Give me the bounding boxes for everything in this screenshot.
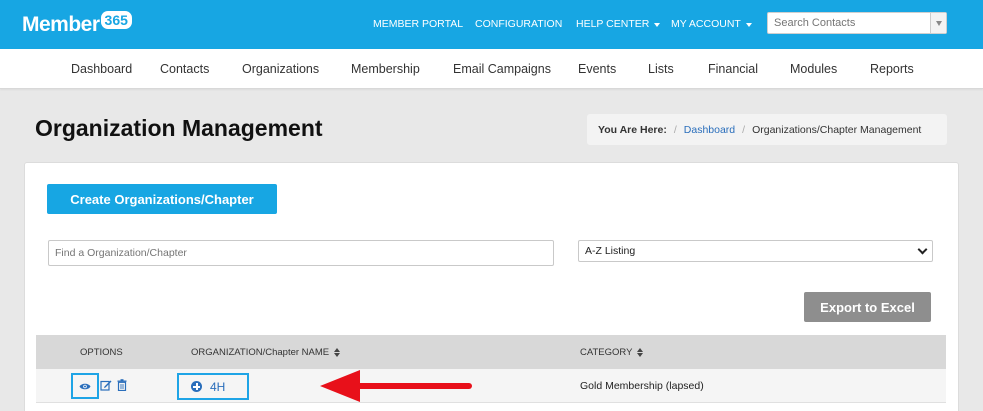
nav-help-center[interactable]: HELP CENTER <box>576 18 661 30</box>
listing-select[interactable]: A-Z Listing <box>578 240 933 262</box>
breadcrumb-dashboard-link[interactable]: Dashboard <box>684 124 735 136</box>
menu-organizations[interactable]: Organizations <box>242 62 319 76</box>
caret-down-icon <box>745 22 752 27</box>
column-header-options: OPTIONS <box>80 347 123 358</box>
menu-financial[interactable]: Financial <box>708 62 758 76</box>
table-row <box>36 369 946 403</box>
column-header-category[interactable]: CATEGORY <box>580 347 644 358</box>
column-header-name[interactable]: ORGANIZATION/Chapter NAME <box>191 347 341 358</box>
menu-reports[interactable]: Reports <box>870 62 914 76</box>
edit-icon[interactable] <box>100 379 112 391</box>
export-to-excel-button[interactable]: Export to Excel <box>804 292 931 322</box>
menu-membership[interactable]: Membership <box>351 62 420 76</box>
trash-icon[interactable] <box>117 379 127 391</box>
plus-circle-icon[interactable] <box>191 381 202 392</box>
search-dropdown-toggle[interactable] <box>930 13 946 33</box>
table-header: OPTIONS ORGANIZATION/Chapter NAME CATEGO… <box>36 335 946 369</box>
search-contacts-input[interactable] <box>767 12 947 34</box>
menu-contacts[interactable]: Contacts <box>160 62 209 76</box>
top-navbar: Member 365 MEMBER PORTAL CONFIGURATION H… <box>0 0 983 49</box>
category-cell: Gold Membership (lapsed) <box>580 380 704 392</box>
breadcrumb-separator: / <box>742 123 746 136</box>
listing-select-value: A-Z Listing <box>585 245 636 257</box>
menu-modules[interactable]: Modules <box>790 62 837 76</box>
menu-lists[interactable]: Lists <box>648 62 674 76</box>
caret-down-icon <box>654 22 661 27</box>
breadcrumb-separator: / <box>673 123 677 136</box>
nav-my-account[interactable]: MY ACCOUNT <box>671 18 752 30</box>
organization-name-link[interactable]: 4H <box>177 373 249 400</box>
create-organization-button[interactable]: Create Organizations/Chapter <box>47 184 277 214</box>
breadcrumb-label: You Are Here: <box>598 123 667 136</box>
nav-member-portal[interactable]: MEMBER PORTAL <box>373 18 463 30</box>
chevron-down-icon <box>917 244 928 255</box>
sort-icon[interactable] <box>334 348 341 357</box>
breadcrumb: You Are Here: / Dashboard / Organization… <box>587 114 947 145</box>
menu-dashboard[interactable]: Dashboard <box>71 62 132 76</box>
member365-logo[interactable]: Member 365 <box>22 11 132 37</box>
red-arrow-icon <box>320 370 472 402</box>
menu-email-campaigns[interactable]: Email Campaigns <box>453 62 551 76</box>
organization-name[interactable]: 4H <box>210 380 225 394</box>
caret-down-icon <box>935 20 942 26</box>
view-button[interactable] <box>71 373 99 399</box>
eye-icon <box>79 383 91 389</box>
sort-icon[interactable] <box>637 348 644 357</box>
breadcrumb-current: Organizations/Chapter Management <box>752 123 922 136</box>
find-organization-input[interactable] <box>48 240 554 266</box>
menu-events[interactable]: Events <box>578 62 616 76</box>
page-title: Organization Management <box>35 115 323 141</box>
nav-configuration[interactable]: CONFIGURATION <box>475 18 562 30</box>
main-menu: Dashboard Contacts Organizations Members… <box>0 49 983 89</box>
